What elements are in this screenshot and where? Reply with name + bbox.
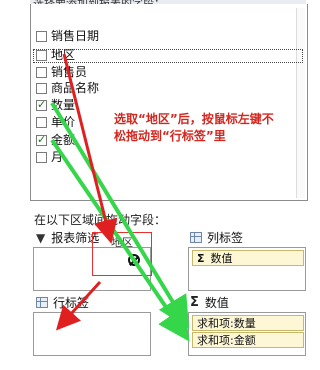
field-checkbox[interactable]: [36, 49, 47, 61]
row-labels-label: 行标签: [53, 296, 90, 310]
field-label: 销售员: [51, 65, 88, 79]
field-list-scrollbar[interactable]: [296, 8, 305, 198]
values-header: Σ 数值: [190, 294, 229, 311]
column-field-label: 数值: [210, 252, 233, 265]
field-item-region[interactable]: 地区: [36, 47, 75, 63]
no-drop-cursor-icon: [128, 254, 140, 266]
field-item-amount[interactable]: 金额: [36, 132, 75, 148]
field-item-product-name[interactable]: 商品名称: [36, 80, 99, 96]
field-label: 金额: [51, 133, 76, 147]
field-item-salesperson[interactable]: 销售员: [36, 64, 87, 80]
field-label: 单价: [51, 115, 76, 129]
field-checkbox[interactable]: [36, 151, 47, 163]
field-item-sales-date[interactable]: 销售日期: [36, 28, 99, 44]
column-labels-label: 列标签: [207, 231, 244, 245]
values-field-label: 求和项:金额: [197, 334, 256, 347]
values-field-sum-amount[interactable]: 求和项:金额: [192, 332, 304, 348]
drag-ghost-label: 地区: [111, 236, 133, 249]
filter-icon: ▼: [36, 230, 46, 245]
drag-fields-instruction: 在以下区域间拖动字段：: [34, 213, 167, 227]
field-item-month[interactable]: 月: [36, 149, 63, 165]
field-item-unit-price[interactable]: 单价: [36, 114, 75, 130]
column-labels-icon: [190, 232, 202, 243]
column-field-values[interactable]: Σ 数值: [192, 250, 304, 266]
values-label: 数值: [204, 296, 229, 310]
field-checkbox[interactable]: [36, 30, 47, 42]
report-filter-header: ▼ 报表筛选: [36, 229, 99, 246]
field-label: 月: [51, 150, 64, 164]
field-checkbox[interactable]: [36, 132, 47, 148]
values-field-sum-quantity[interactable]: 求和项:数量: [192, 315, 304, 331]
field-checkbox[interactable]: [36, 97, 47, 113]
field-checkbox[interactable]: [36, 82, 47, 94]
values-field-label: 求和项:数量: [197, 317, 256, 330]
field-item-quantity[interactable]: 数量: [36, 97, 75, 113]
field-label: 商品名称: [51, 81, 100, 95]
row-labels-header: 行标签: [36, 294, 89, 311]
field-label: 数量: [51, 98, 76, 112]
field-label: 销售日期: [51, 29, 100, 43]
sigma-icon: Σ: [197, 252, 205, 265]
column-labels-header: 列标签: [190, 229, 243, 246]
field-label: 地区: [51, 48, 76, 62]
tutorial-annotation: 选取“地区”后，按鼠标左键不松拖动到“行标签”里: [114, 112, 274, 143]
field-checkbox[interactable]: [36, 66, 47, 78]
row-labels-drop-area[interactable]: [33, 312, 151, 356]
field-checkbox[interactable]: [36, 116, 47, 128]
row-labels-icon: [36, 297, 48, 308]
sigma-icon: Σ: [190, 295, 199, 310]
